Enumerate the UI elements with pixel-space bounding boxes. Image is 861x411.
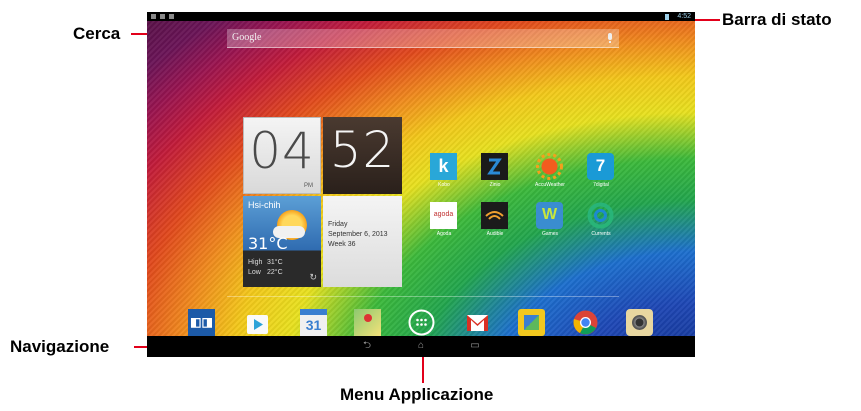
photo-glyph [524,315,539,330]
games-glyph: W [541,206,558,223]
date-week: Week 36 [328,241,356,248]
clock-minute-tile[interactable]: 52 [323,117,402,194]
weather-low-value: 22°C [267,269,283,276]
dock-divider [227,296,619,297]
currents-icon[interactable] [587,202,614,229]
battery-icon [665,14,669,20]
currents-label: Currents [591,231,611,237]
navigation-callout: Navigazione [10,337,110,356]
weather-low-label: Low [248,269,261,276]
app-menu-callout: Menu Applicazione [340,385,494,404]
status-bar-callout: Barra di stato [722,10,832,29]
photo-icon[interactable] [518,309,545,336]
audible-glyph [485,211,504,220]
calendar-icon[interactable]: 31 [300,309,327,336]
mic-icon[interactable] [608,33,612,43]
chrome-glyph [573,310,598,335]
7digital-label: 7digital [593,182,609,188]
usb-icon [169,14,174,19]
agoda-glyph: agoda [433,211,454,218]
status-clock: 4:52 [677,13,691,20]
refresh-icon[interactable]: ↻ [309,272,317,283]
maps-icon[interactable] [354,309,381,336]
zinio-label: Zinio [489,182,501,188]
zinio-glyph [487,158,502,175]
google-search-bar[interactable]: Google [227,29,619,48]
chrome-icon[interactable] [572,309,599,336]
camera-lens [632,315,647,330]
search-placeholder: Google [232,32,262,43]
notification-icon [151,14,156,19]
kobo-glyph: k [438,156,449,176]
currents-glyph [587,202,614,229]
kobo-icon[interactable]: k [430,153,457,180]
clock-minute: 52 [329,121,396,179]
zinio-icon[interactable] [481,153,508,180]
gmail-glyph [467,315,488,331]
date-widget[interactable]: Friday September 6, 2013 Week 36 [323,196,402,287]
date-day: Friday [328,221,348,228]
dolby-glyph: ◧◨ [190,315,213,329]
maps-pin [364,314,372,322]
status-bar[interactable]: 4:52 [147,12,695,21]
weather-high-value: 31°C [267,259,283,266]
clock-ampm: PM [304,183,313,189]
audible-icon[interactable] [481,202,508,229]
back-button[interactable]: ⮌ [360,341,374,351]
kobo-label: Kobo [438,182,450,188]
app-drawer-glyph [408,309,435,336]
audible-label: Audible [486,231,504,237]
7digital-icon[interactable]: 7 [587,153,614,180]
weather-widget[interactable]: Hsi-chih 31°C High 31°C Low 22°C ↻ [243,196,321,287]
games-label: Games [541,231,559,237]
search-callout: Cerca [73,24,121,43]
dolby-icon[interactable]: ◧◨ [188,309,215,336]
screenshot-icon [160,14,165,19]
tablet-screen: 4:52 Google 04 PM 52 Hsi-chih 31°C High … [147,12,695,357]
accuweather-icon[interactable] [536,153,563,180]
accuweather-label: AccuWeather [535,182,565,188]
navigation-bar: ⮌ ⌂ ▭ [147,336,695,357]
gmail-icon[interactable] [464,309,491,336]
games-icon[interactable]: W [536,202,563,229]
camera-icon[interactable] [626,309,653,336]
date-full: September 6, 2013 [328,231,388,238]
weather-city: Hsi-chih [248,200,281,210]
weather-temp: 31°C [248,234,288,253]
play-store-icon[interactable] [244,309,271,336]
weather-high-label: High [248,259,263,266]
calendar-glyph: 31 [305,317,322,333]
home-button[interactable]: ⌂ [414,341,428,351]
7digital-glyph: 7 [595,156,606,175]
accuweather-glyph [536,153,563,180]
play-store-glyph [247,315,268,334]
agoda-icon[interactable]: agoda [430,202,457,229]
app-drawer-icon[interactable] [408,309,435,336]
clock-hour-tile[interactable]: 04 PM [243,117,321,194]
recent-apps-button[interactable]: ▭ [468,341,482,351]
agoda-label: Agoda [436,231,452,237]
clock-hour: 04 [249,122,315,180]
